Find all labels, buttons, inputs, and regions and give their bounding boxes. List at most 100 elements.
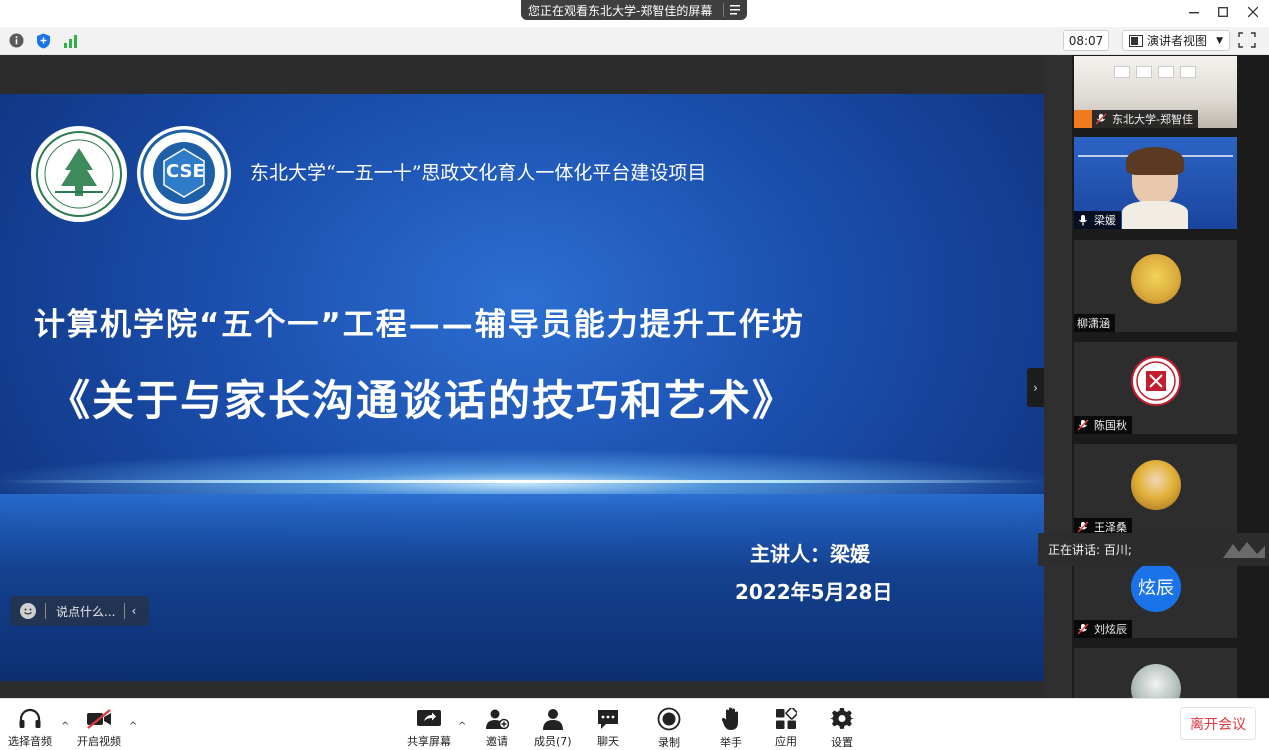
maximize-button[interactable] xyxy=(1213,3,1233,21)
minimize-button[interactable] xyxy=(1184,3,1204,21)
chevron-down-icon: ▼ xyxy=(1216,35,1223,46)
emoji-icon[interactable] xyxy=(20,603,36,619)
participant-nametag: 陈国秋 xyxy=(1074,416,1132,434)
raise-hand-label: 举手 xyxy=(720,736,742,749)
active-speaker-text: 正在讲话: 百川; xyxy=(1048,543,1132,557)
record-label: 录制 xyxy=(658,736,680,749)
share-screen-button[interactable]: 共享屏幕 xyxy=(407,707,451,749)
info-icon xyxy=(9,33,24,48)
active-speaker-toast: 正在讲话: 百川; xyxy=(1038,533,1269,566)
chat-button[interactable]: 聊天 xyxy=(595,707,621,749)
invite-label: 邀请 xyxy=(486,735,508,748)
network-status-button[interactable] xyxy=(62,32,79,49)
participant-nametag: 梁媛 xyxy=(1074,211,1121,229)
raise-hand-button[interactable]: 举手 xyxy=(718,707,744,749)
university-emblem-icon xyxy=(36,131,122,217)
video-button-label: 开启视频 xyxy=(77,735,121,748)
fullscreen-button[interactable] xyxy=(1238,32,1258,50)
close-icon xyxy=(1248,7,1258,17)
video-off-icon xyxy=(87,708,111,729)
participant-tile[interactable]: 陈国秋 xyxy=(1074,342,1237,434)
participant-tile[interactable] xyxy=(1074,648,1237,698)
participant-name: 柳潇涵 xyxy=(1077,317,1110,330)
speaker-wave-icon xyxy=(1223,541,1265,558)
security-button[interactable] xyxy=(35,32,52,49)
gear-icon xyxy=(830,707,854,729)
host-icon xyxy=(1074,110,1092,128)
slide-date: 2022年5月28日 xyxy=(735,580,893,604)
invite-button[interactable]: 邀请 xyxy=(484,707,510,749)
meeting-info-button[interactable] xyxy=(8,32,25,49)
chevron-left-icon[interactable]: ‹ xyxy=(131,604,136,618)
apps-button[interactable]: 应用 xyxy=(773,707,799,749)
hand-icon xyxy=(721,707,738,730)
audio-button[interactable]: 选择音频 xyxy=(8,707,52,749)
participant-avatar xyxy=(1131,254,1181,304)
slide-header: 东北大学“一五一十”思政文化育人一体化平台建设项目 xyxy=(250,162,707,184)
participant-tile[interactable]: 东北大学-郑智佳 xyxy=(1074,56,1237,128)
share-options-caret[interactable]: ^ xyxy=(458,721,466,732)
meeting-infobar: 08:07 演讲者视图 ▼ xyxy=(0,27,1269,55)
college-logo: CSE xyxy=(137,126,231,220)
participant-tile[interactable]: 柳潇涵 xyxy=(1074,240,1237,332)
leave-meeting-button[interactable]: 离开会议 xyxy=(1180,707,1256,740)
participant-avatar: 炫辰 xyxy=(1131,562,1181,612)
participant-avatar xyxy=(1131,356,1181,406)
audio-options-caret[interactable]: ^ xyxy=(61,721,69,732)
slide-title-line2: 《关于与家长沟通谈话的技巧和艺术》 xyxy=(48,376,797,425)
mic-icon xyxy=(1077,214,1089,226)
shared-screen[interactable]: CSE 东北大学“一五一十”思政文化育人一体化平台建设项目 计算机学院“五个一”… xyxy=(0,55,1044,698)
record-button[interactable]: 录制 xyxy=(656,707,682,749)
audio-button-label: 选择音频 xyxy=(8,735,52,748)
maximize-icon xyxy=(1218,7,1228,17)
add-person-icon xyxy=(486,709,509,729)
apps-label: 应用 xyxy=(775,735,797,748)
person-icon xyxy=(542,708,563,730)
seal-logo-icon xyxy=(1136,361,1176,401)
members-button[interactable]: 成员(7) xyxy=(534,707,572,749)
share-screen-label: 共享屏幕 xyxy=(407,735,451,748)
share-screen-icon xyxy=(417,709,441,726)
participant-avatar xyxy=(1131,664,1181,698)
mic-muted-icon xyxy=(1077,521,1089,533)
window-titlebar: 您正在观看东北大学-郑智佳的屏幕 xyxy=(0,0,1269,27)
participant-tile[interactable]: 王泽桑 xyxy=(1074,444,1237,536)
settings-button[interactable]: 设置 xyxy=(829,707,855,749)
chat-input-placeholder[interactable]: 说点什么... xyxy=(56,603,115,620)
quick-chat-box[interactable]: 说点什么... ‹ xyxy=(10,596,149,626)
fullscreen-icon xyxy=(1238,32,1256,48)
collapse-panel-button[interactable]: › xyxy=(1027,368,1044,407)
participant-name: 刘炫辰 xyxy=(1094,623,1127,636)
record-icon xyxy=(657,707,681,731)
video-button[interactable]: 开启视频 xyxy=(77,707,121,749)
university-logo xyxy=(31,126,127,222)
slide-speaker: 主讲人：梁媛 xyxy=(750,542,870,566)
participant-name: 东北大学-郑智佳 xyxy=(1112,113,1193,126)
slide-title-line1: 计算机学院“五个一”工程——辅导员能力提升工作坊 xyxy=(34,307,805,343)
mic-muted-icon xyxy=(1077,623,1089,635)
signal-bars-icon xyxy=(63,34,77,48)
chat-label: 聊天 xyxy=(597,735,619,748)
video-options-caret[interactable]: ^ xyxy=(129,721,137,732)
minimize-icon xyxy=(1189,12,1199,14)
viewing-banner-text: 您正在观看东北大学-郑智佳的屏幕 xyxy=(528,3,713,18)
mic-muted-icon xyxy=(1095,113,1107,125)
view-mode-label: 演讲者视图 xyxy=(1147,34,1208,48)
avatar-initials: 炫辰 xyxy=(1138,578,1174,599)
meeting-timer: 08:07 xyxy=(1063,30,1109,51)
speaker-view-icon xyxy=(1129,34,1143,47)
members-label: 成员(7) xyxy=(534,735,572,748)
participant-nametag: 柳潇涵 xyxy=(1074,314,1115,332)
participant-tile[interactable]: 梁媛 xyxy=(1074,137,1237,229)
cse-logo-text: CSE xyxy=(166,161,205,182)
view-mode-dropdown[interactable]: 演讲者视图 ▼ xyxy=(1122,30,1230,51)
menu-icon[interactable] xyxy=(730,5,742,15)
participant-nametag: 东北大学-郑智佳 xyxy=(1074,110,1198,128)
close-button[interactable] xyxy=(1243,3,1263,21)
chevron-right-icon: › xyxy=(1033,380,1038,395)
participant-name: 陈国秋 xyxy=(1094,419,1127,432)
mic-muted-icon xyxy=(1077,419,1089,431)
participant-name: 梁媛 xyxy=(1094,214,1116,227)
apps-grid-icon xyxy=(776,707,797,729)
viewing-banner[interactable]: 您正在观看东北大学-郑智佳的屏幕 xyxy=(521,0,747,20)
